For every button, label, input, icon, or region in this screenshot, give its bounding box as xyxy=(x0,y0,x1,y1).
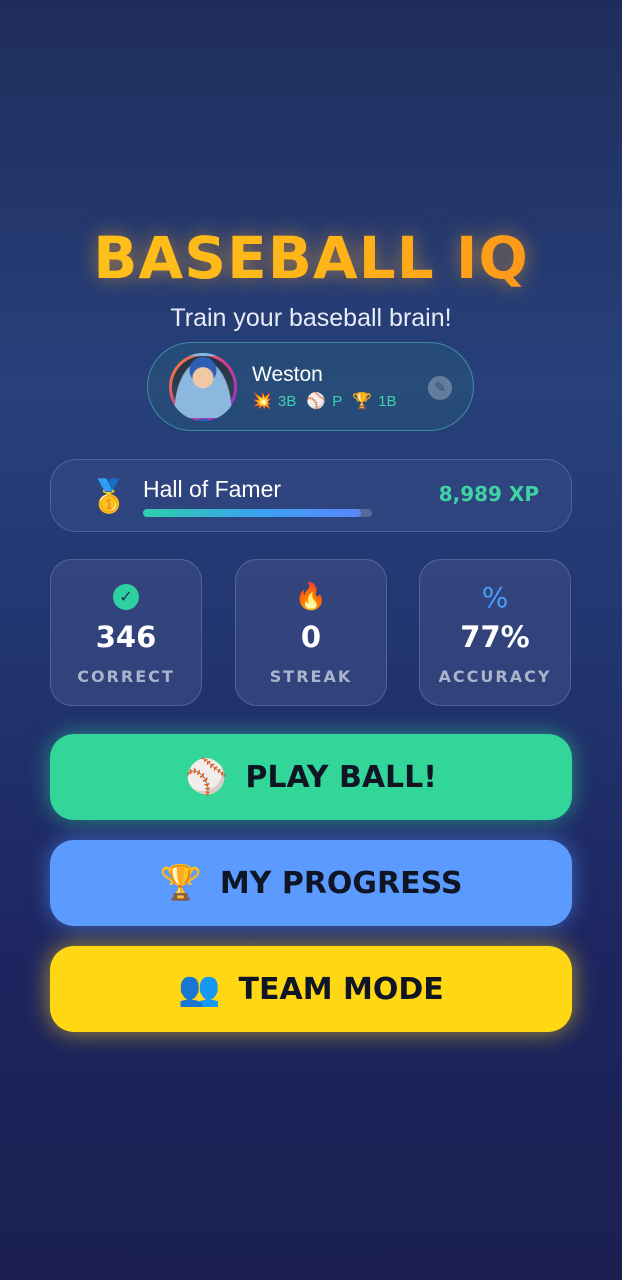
percent-icon: % xyxy=(481,580,509,614)
xp-progress-fill xyxy=(143,509,361,517)
xp-progress-bar xyxy=(143,509,372,517)
my-progress-button[interactable]: 🏆 MY PROGRESS xyxy=(50,840,572,926)
medal-icon: 🥇 xyxy=(89,477,129,515)
stat-value: 77% xyxy=(460,620,530,654)
app-title: BASEBALL IQ xyxy=(0,224,622,292)
stat-label: ACCURACY xyxy=(438,667,552,686)
avatar[interactable] xyxy=(169,353,237,421)
app-subtitle: Train your baseball brain! xyxy=(170,304,452,332)
stat-label: STREAK xyxy=(269,667,353,686)
trophy-icon: 🏆 xyxy=(159,863,202,903)
check-circle-icon: ✓ xyxy=(113,584,139,610)
badge-label: 3B xyxy=(277,392,297,410)
people-icon: 👥 xyxy=(178,969,221,1009)
collision-emoji-icon: 💥 xyxy=(252,393,272,410)
team-mode-button[interactable]: 👥 TEAM MODE xyxy=(50,946,572,1032)
xp-value: 8,989 XP xyxy=(438,482,539,506)
pencil-icon: ✎ xyxy=(434,380,446,396)
position-badges: 💥 3B ⚾ P 🏆 1B xyxy=(252,391,407,411)
stat-icon-wrap: % xyxy=(420,580,570,614)
stat-icon-wrap: 🔥 xyxy=(236,582,386,612)
app-screen: BASEBALL IQ Train your baseball brain! W… xyxy=(0,0,622,1280)
stat-value: 346 xyxy=(95,620,157,654)
baseball-icon: ⚾ xyxy=(185,757,228,797)
stat-card-streak: 🔥 0 STREAK xyxy=(235,559,387,706)
profile-card[interactable]: Weston 💥 3B ⚾ P 🏆 1B ✎ xyxy=(147,342,474,431)
stat-card-accuracy: % 77% ACCURACY xyxy=(419,559,571,706)
trophy-icon: 🏆 xyxy=(352,393,373,410)
stat-value: 0 xyxy=(300,620,322,654)
badge-label: P xyxy=(332,392,343,410)
play-ball-label: PLAY BALL! xyxy=(245,759,437,795)
play-ball-button[interactable]: ⚾ PLAY BALL! xyxy=(50,734,572,820)
my-progress-label: MY PROGRESS xyxy=(219,865,463,901)
badge-label: 1B xyxy=(378,392,397,410)
badge-pitcher: ⚾ P xyxy=(306,391,342,411)
fire-icon: 🔥 xyxy=(294,582,328,612)
badge-third-base: 💥 3B xyxy=(252,391,296,411)
badge-first-base: 🏆 1B xyxy=(352,391,396,411)
profile-name: Weston xyxy=(252,363,323,386)
team-mode-label: TEAM MODE xyxy=(238,971,444,1007)
baseball-icon: ⚾ xyxy=(306,393,327,410)
edit-profile-button[interactable]: ✎ xyxy=(428,376,452,400)
stat-label: CORRECT xyxy=(77,667,175,686)
level-name: Hall of Famer xyxy=(143,476,282,502)
stat-icon-wrap: ✓ xyxy=(51,582,201,612)
stat-card-correct: ✓ 346 CORRECT xyxy=(50,559,202,706)
level-card[interactable]: 🥇 Hall of Famer 8,989 XP xyxy=(50,459,572,532)
